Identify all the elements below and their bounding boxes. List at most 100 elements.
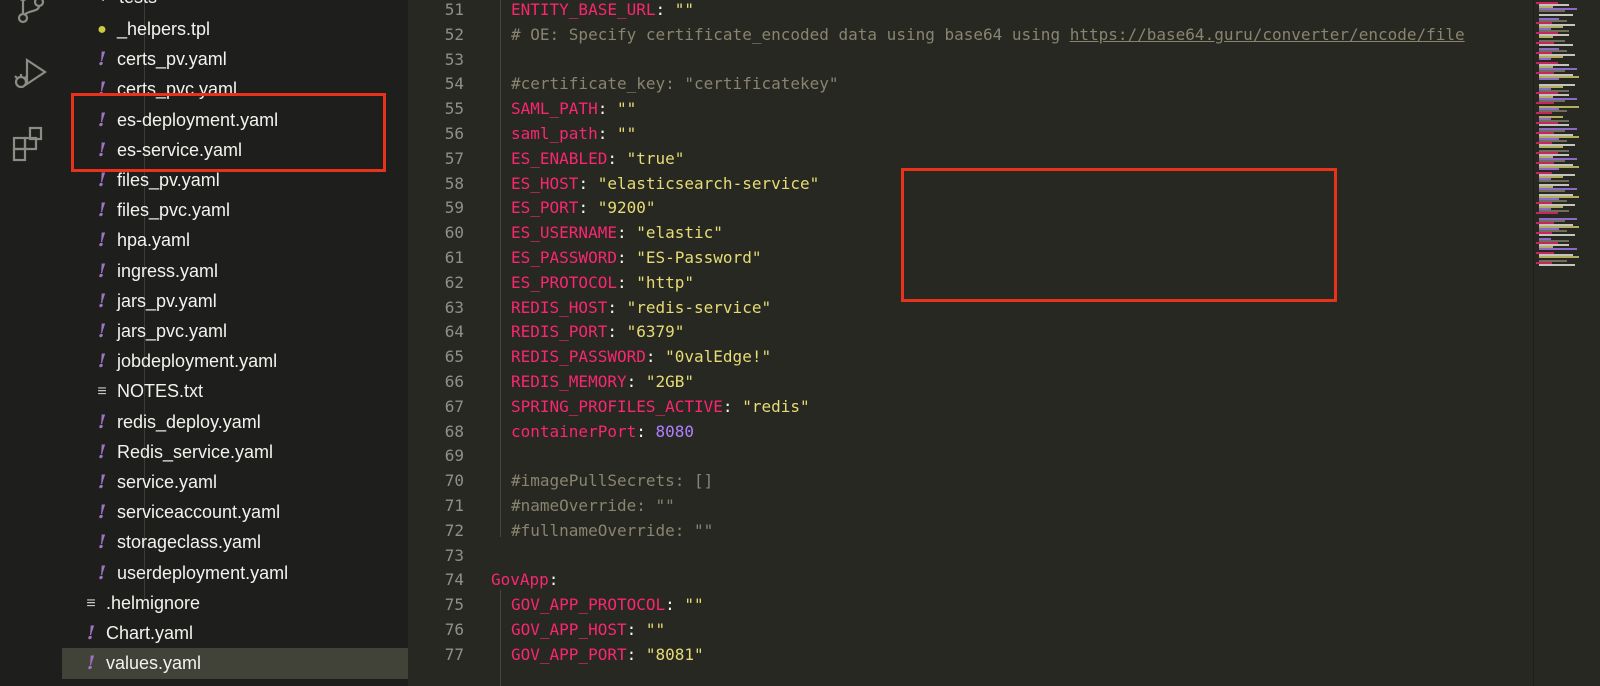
line-number: 62 [444, 272, 464, 292]
yaml-icon: ! [97, 350, 107, 372]
file-item-ingress-yaml[interactable]: ! ingress.yaml [62, 256, 408, 287]
file-item-chart-yaml[interactable]: ! Chart.yaml [62, 618, 408, 649]
line-number: 63 [444, 297, 464, 317]
file-item-helpers-tpl[interactable]: ● _helpers.tpl [62, 14, 408, 45]
minimap-line [1539, 146, 1563, 148]
code-line[interactable]: 69 [408, 443, 1533, 468]
file-item-redis-deploy-yaml[interactable]: ! redis_deploy.yaml [62, 407, 408, 438]
token: SAML_PATH [511, 99, 598, 119]
token: REDIS_MEMORY [511, 372, 627, 391]
chevron-right-icon: › [97, 0, 111, 13]
file-item-storageclass-yaml[interactable]: ! storageclass.yaml [62, 527, 408, 558]
extensions-icon[interactable] [11, 124, 51, 164]
line-content: ENTITY_BASE_URL: "" [511, 0, 694, 22]
file-item-label: Chart.yaml [106, 623, 194, 643]
minimap-line [1539, 180, 1569, 182]
token: "9200" [597, 198, 656, 218]
file-item-jars-pv-yaml[interactable]: ! jars_pv.yaml [62, 286, 408, 317]
code-editor[interactable]: 51 ENTITY_BASE_URL: "" 52 # OE: Specify cer… [408, 0, 1533, 686]
token: : [578, 198, 598, 218]
code-line[interactable]: 74 GovApp: [408, 567, 1533, 592]
text-file-icon: ≡ [97, 383, 107, 400]
line-number: 59 [444, 198, 464, 218]
token: "ES-Password" [636, 248, 762, 267]
token: : [722, 396, 743, 416]
code-line[interactable]: 55 SAML_PATH: "" [408, 96, 1533, 121]
code-line[interactable]: 70 #imagePullSecrets: [] [408, 468, 1533, 493]
line-number: 72 [444, 520, 464, 540]
yaml-icon: ! [97, 411, 107, 433]
token: "" [616, 124, 637, 143]
code-line[interactable]: 68 containerPort: 8080 [408, 419, 1533, 444]
indent-guide [500, 590, 501, 686]
token: : [626, 620, 646, 639]
file-item-values-yaml[interactable]: ! values.yaml [62, 648, 408, 679]
code-line[interactable]: 75 GOV_APP_PROTOCOL: "" [408, 592, 1533, 617]
token: : [616, 223, 637, 243]
token: ES_USERNAME [511, 223, 617, 243]
token: : [607, 148, 627, 168]
file-item-label: hpa.yaml [117, 230, 191, 250]
line-content: saml_path: "" [511, 121, 636, 146]
code-line[interactable]: 53 [408, 47, 1533, 72]
file-item-hpa-yaml[interactable]: ! hpa.yaml [62, 225, 408, 256]
code-line[interactable]: 52 # OE: Specify certificate_encoded data… [408, 22, 1533, 47]
code-line[interactable]: 71 #nameOverride: "" [408, 493, 1533, 518]
line-content: GOV_APP_PROTOCOL: "" [511, 592, 704, 617]
file-item-service-yaml[interactable]: ! service.yaml [62, 467, 408, 498]
line-number: 70 [444, 471, 464, 491]
line-content: ES_HOST: "elasticsearch-service" [511, 171, 819, 196]
token: : [655, 0, 675, 19]
file-item-files-pvc-yaml[interactable]: ! files_pvc.yaml [62, 195, 408, 226]
file-item-label: files_pvc.yaml [117, 200, 231, 220]
lightbulb-icon: ● [97, 21, 107, 38]
minimap[interactable] [1533, 0, 1600, 686]
activity-bar [0, 0, 62, 686]
line-content: GovApp: [491, 567, 558, 592]
line-number: 52 [444, 24, 464, 44]
token: REDIS_HOST [511, 297, 608, 317]
token: saml_path [511, 124, 598, 143]
file-item-tests-folder[interactable]: › tests [62, 0, 408, 13]
yaml-icon: ! [97, 199, 107, 221]
code-line[interactable]: 54 #certificate_key: "certificatekey" [408, 71, 1533, 96]
yaml-icon: ! [97, 320, 107, 342]
file-item-userdeployment-yaml[interactable]: ! userdeployment.yaml [62, 558, 408, 589]
code-line[interactable]: 77 GOV_APP_PORT: "8081" [408, 642, 1533, 667]
token: "" [684, 595, 704, 615]
token: ES_ENABLED [511, 148, 608, 168]
token: : [665, 595, 685, 615]
run-debug-icon[interactable] [11, 54, 51, 94]
line-number: 69 [444, 446, 464, 466]
text-file-icon: ≡ [86, 595, 96, 612]
file-item-helmignore[interactable]: ≡ .helmignore [62, 588, 408, 619]
token[interactable]: https://base64.guru/converter/encode/fil… [1070, 25, 1465, 44]
code-line[interactable]: 65 REDIS_PASSWORD: "0valEdge!" [408, 344, 1533, 369]
file-item-notes-txt[interactable]: ≡ NOTES.txt [62, 376, 408, 407]
minimap-line [1539, 36, 1553, 38]
token: : [607, 297, 627, 317]
token: SPRING_PROFILES_ACTIVE [511, 396, 723, 416]
token: "redis" [742, 396, 810, 416]
file-item-serviceaccount-yaml[interactable]: ! serviceaccount.yaml [62, 497, 408, 528]
line-number: 77 [444, 644, 464, 664]
code-line[interactable]: 51 ENTITY_BASE_URL: "" [408, 0, 1533, 22]
file-item-redis-service-yaml[interactable]: ! Redis_service.yaml [62, 437, 408, 468]
source-control-icon[interactable] [11, 0, 51, 28]
file-item-jars-pvc-yaml[interactable]: ! jars_pvc.yaml [62, 316, 408, 347]
code-line[interactable]: 64 REDIS_PORT: "6379" [408, 319, 1533, 344]
code-line[interactable]: 67 SPRING_PROFILES_ACTIVE: "redis" [408, 394, 1533, 419]
file-item-jobdeployment-yaml[interactable]: ! jobdeployment.yaml [62, 346, 408, 377]
minimap-line [1539, 10, 1565, 12]
token: : [636, 421, 656, 441]
token: "http" [636, 272, 695, 292]
file-item-label: files_pv.yaml [117, 170, 220, 190]
yaml-icon: ! [86, 622, 96, 644]
code-line[interactable]: 73 [408, 543, 1533, 568]
code-line[interactable]: 72 #fullnameOverride: "" [408, 518, 1533, 543]
file-item-certs-pv-yaml[interactable]: ! certs_pv.yaml [62, 44, 408, 75]
code-line[interactable]: 76 GOV_APP_HOST: "" [408, 617, 1533, 642]
code-line[interactable]: 66 REDIS_MEMORY: "2GB" [408, 369, 1533, 394]
code-line[interactable]: 56 saml_path: "" [408, 121, 1533, 146]
minimap-line [1539, 14, 1573, 16]
